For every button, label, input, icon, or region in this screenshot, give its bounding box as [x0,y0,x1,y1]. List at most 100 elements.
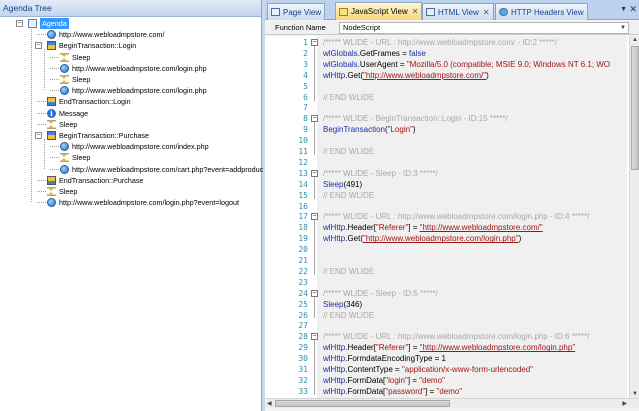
code-token: wlHttp [323,70,346,80]
code-line: 17−/***** WLIDE - URL : http://www.weblo… [265,211,625,222]
code-token: ] = [407,375,420,385]
tree-item[interactable]: http://www.webloadmpstore.com/login.php?… [47,197,239,208]
code-line: 21 [265,255,625,266]
code-line: 7 [265,102,625,113]
scroll-left-icon[interactable]: ◀ [267,400,272,407]
tree-item[interactable]: Sleep [47,186,77,197]
fold-toggle[interactable]: − [311,289,318,297]
collapse-toggle[interactable]: − [35,132,42,139]
line-number: 19 [298,234,308,244]
line-number: 14 [298,179,308,189]
fold-toggle[interactable]: − [311,333,318,341]
code-text: wlHttp.FormData["password"] = "demo" [323,386,462,397]
tree-item[interactable]: Sleep [60,152,90,163]
tab-javascript-view[interactable]: JavaScript View ✕ [335,2,423,20]
chevron-down-icon[interactable]: ▼ [620,6,627,13]
javascript-icon [339,7,348,16]
code-token: wlHttp [323,223,346,233]
code-token: "Referer" [375,343,409,353]
scroll-right-icon[interactable]: ▶ [622,400,627,407]
fold-guide-line [314,46,315,101]
tree-guide-line [37,112,46,114]
tree-item[interactable]: i Message [47,108,88,119]
fold-guide-line [314,296,315,319]
fold-guide-line [314,122,315,155]
line-number: 9 [303,125,308,135]
code-line: 8−/***** WLIDE - BeginTransaction::Login… [265,113,625,124]
code-token: .FormData[ [345,386,386,396]
line-number: 26 [298,310,308,320]
page-icon [271,8,280,16]
code-editor[interactable]: 1−/***** WLIDE - URL : http://www.webloa… [265,36,639,398]
tree-item[interactable]: Sleep [60,74,90,85]
hourglass-icon [60,153,69,163]
code-text: // END WLIDE [323,266,374,277]
tree-item[interactable]: http://www.webloadmpstore.com/login.php [60,85,207,96]
scrollbar-thumb[interactable] [631,46,639,170]
fold-toggle[interactable]: − [311,115,318,123]
line-number: 7 [303,103,308,113]
code-line: 2 wlGlobals.GetFrames = false [265,48,625,59]
collapse-toggle[interactable]: − [16,20,23,27]
scroll-up-icon[interactable]: ▲ [632,37,638,43]
hourglass-icon [60,52,69,62]
tree-item[interactable]: Sleep [47,119,77,130]
code-token: "application/x-www-form-urlencoded" [401,365,533,374]
tree-item[interactable]: EndTransaction::Purchase [47,175,143,186]
tree-guide-line [44,139,45,169]
fold-toggle[interactable]: − [311,213,318,221]
tree-item[interactable]: EndTransaction::Login [47,96,131,107]
tree-item[interactable]: http://www.webloadmpstore.com/login.php [60,63,207,74]
tab-label: JavaScript View [351,7,408,16]
tree-item[interactable]: Sleep [60,52,90,63]
line-number: 4 [303,70,308,80]
close-icon[interactable]: ✕ [629,4,637,15]
vertical-scrollbar[interactable]: ▲ ▼ [629,36,639,398]
code-text: // END WLIDE [323,92,374,103]
fold-toggle[interactable]: − [311,169,318,177]
hourglass-icon [47,187,56,196]
code-token: .Get( [345,70,364,80]
tree-item[interactable]: http://www.webloadmpstore.com/ [47,29,164,40]
code-line: 4 wlHttp.Get("http://www.webloadmpstore.c… [265,70,625,81]
tree-item[interactable]: http://www.webloadmpstore.com/index.php [60,141,209,152]
code-token: Sleep [323,179,344,189]
code-line: 14 Sleep(491) [265,179,625,190]
horizontal-scrollbar[interactable]: ◀ ▶ [265,398,639,408]
scrollbar-thumb[interactable] [275,400,450,407]
tree-guide-line [50,90,59,92]
code-line: 29 wlHttp.Header["Referer"] = "http://www… [265,342,625,353]
code-token: wlGlobals [323,48,358,58]
function-name-value: NodeScript [343,22,381,32]
line-number: 31 [298,365,308,374]
line-number: 16 [298,201,308,211]
code-token: // END WLIDE [323,266,375,276]
tree-item[interactable]: http://www.webloadmpstore.com/cart.php?e… [60,164,263,175]
globe-icon [47,198,56,208]
code-text: wlHttp.Get("http://www.webloadmpstore.co… [323,70,489,81]
line-number: 25 [298,299,308,309]
code-line: 28−/***** WLIDE - URL : http://www.weblo… [265,331,625,342]
close-icon[interactable]: ✕ [412,7,419,16]
tab-http-headers-view[interactable]: HTTP Headers View [495,3,588,20]
tree-guide-line [37,191,46,192]
collapse-toggle[interactable]: − [35,42,42,50]
fold-toggle[interactable]: − [311,39,318,46]
tree-item[interactable]: BeginTransaction::Purchase [47,130,149,141]
code-token: ) [486,70,489,80]
tab-page-view[interactable]: Page View [267,3,326,20]
code-token: ) [412,125,416,135]
tree-item[interactable]: BeginTransaction::Login [47,40,136,51]
code-token: "Login" [387,125,413,135]
code-token: (346) [343,299,363,309]
tree-item[interactable]: Agenda [28,18,69,29]
code-token: /***** WLIDE - URL : http://www.webloadm… [323,38,558,47]
code-text: wlGlobals.UserAgent = "Mozilla/5.0 (comp… [323,59,610,70]
tab-html-view[interactable]: HTML View ✕ [422,3,494,20]
code-token: ] = [425,386,437,396]
function-name-select[interactable]: NodeScript ▼ [339,21,629,34]
close-icon[interactable]: ✕ [483,8,490,17]
globe-icon [47,30,56,40]
scroll-down-icon[interactable]: ▼ [632,391,638,397]
code-line: 25 Sleep(346) [265,299,625,310]
